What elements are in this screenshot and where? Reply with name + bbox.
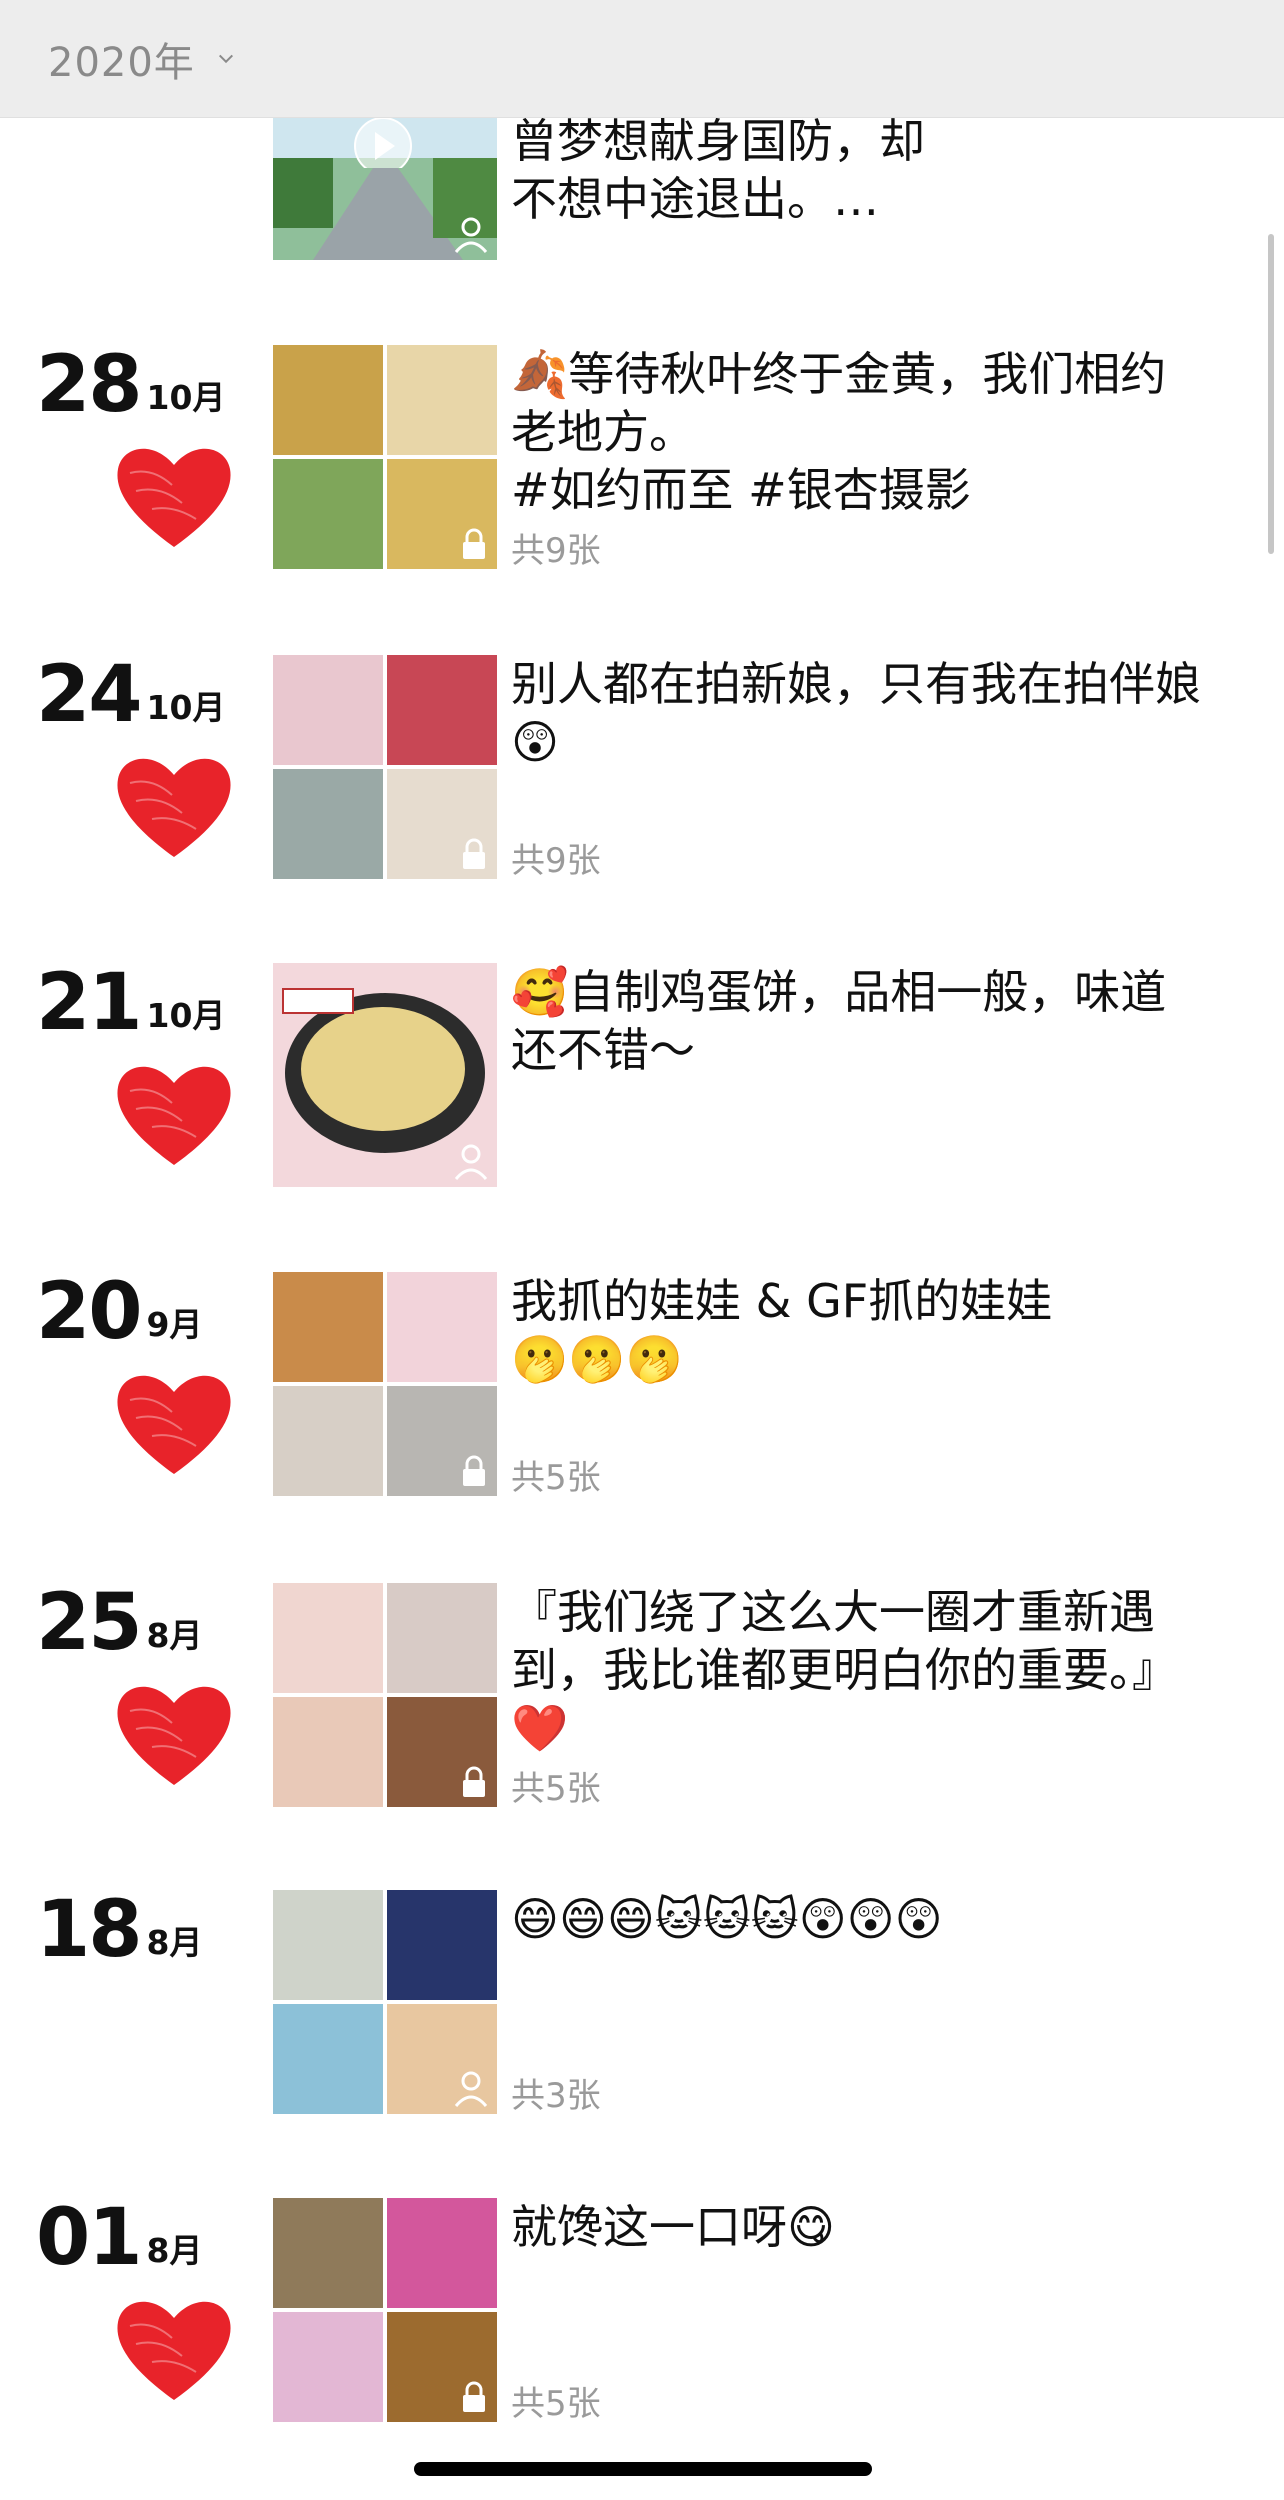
post-date: 24 10月 bbox=[36, 655, 225, 735]
post-thumbnail[interactable] bbox=[273, 2198, 497, 2422]
photo-count: 共9张 bbox=[511, 841, 601, 881]
photo-cell bbox=[387, 345, 497, 455]
post-month: 10月 bbox=[146, 996, 226, 1035]
photo-count: 共9张 bbox=[511, 531, 601, 571]
photo-cell bbox=[273, 655, 383, 765]
person-icon bbox=[454, 1144, 488, 1180]
photo-cell bbox=[273, 1583, 383, 1693]
post-month: 8月 bbox=[146, 1616, 203, 1655]
post-date: 28 10月 bbox=[36, 345, 225, 425]
post-date: 18 8月 bbox=[36, 1890, 203, 1970]
person-icon bbox=[454, 217, 488, 253]
photo-cell bbox=[387, 655, 497, 765]
post-month: 10月 bbox=[146, 378, 226, 417]
post-day: 25 bbox=[36, 1578, 143, 1668]
post-text: 🍂等待秋叶终于金黄，我们相约 老地方。 #如约而至 #银杏摄影 bbox=[511, 347, 1167, 517]
heart-icon[interactable] bbox=[112, 749, 236, 861]
post-thumbnail[interactable] bbox=[273, 1890, 497, 2114]
photo-count: 共5张 bbox=[511, 1458, 601, 1498]
heart-icon[interactable] bbox=[112, 439, 236, 551]
photo-cell bbox=[273, 1272, 383, 1382]
photo-cell bbox=[273, 2198, 383, 2308]
photo-cell bbox=[273, 769, 383, 879]
post-date: 25 8月 bbox=[36, 1583, 203, 1663]
photo-cell bbox=[273, 345, 383, 455]
lock-icon bbox=[463, 528, 485, 559]
home-indicator[interactable] bbox=[414, 2462, 872, 2476]
post-date: 01 8月 bbox=[36, 2198, 203, 2278]
post-text: 就馋这一口呀😋 bbox=[511, 2200, 835, 2254]
photo-cell bbox=[387, 1583, 497, 1693]
photo-cell bbox=[273, 2312, 383, 2422]
chevron-down-icon bbox=[218, 54, 233, 63]
post-date: 21 10月 bbox=[36, 963, 225, 1043]
post-month: 8月 bbox=[146, 2231, 203, 2270]
heart-icon[interactable] bbox=[112, 2292, 236, 2404]
play-icon bbox=[354, 118, 412, 168]
post-text: 别人都在拍新娘，只有我在拍伴娘 😲 bbox=[511, 657, 1201, 769]
photo-count: 共5张 bbox=[511, 2384, 601, 2424]
lock-icon bbox=[463, 1766, 485, 1797]
lock-icon bbox=[463, 838, 485, 869]
post-day: 28 bbox=[36, 340, 143, 430]
heart-icon[interactable] bbox=[112, 1366, 236, 1478]
post-thumbnail[interactable] bbox=[273, 345, 497, 569]
post-month: 8月 bbox=[146, 1923, 203, 1962]
photo-cell bbox=[387, 2198, 497, 2308]
lock-icon bbox=[463, 1455, 485, 1486]
scrollbar[interactable] bbox=[1268, 234, 1274, 554]
photo-cell bbox=[387, 1890, 497, 2000]
post-day: 20 bbox=[36, 1267, 143, 1357]
post-thumbnail[interactable] bbox=[273, 1272, 497, 1496]
photo-cell bbox=[273, 1697, 383, 1807]
photo-count: 共3张 bbox=[511, 2076, 601, 2116]
photo-cell bbox=[273, 459, 383, 569]
post-text: 🥰自制鸡蛋饼，品相一般，味道 还不错～ bbox=[511, 965, 1167, 1077]
post-day: 21 bbox=[36, 958, 143, 1048]
person-icon bbox=[454, 2071, 488, 2107]
heart-icon[interactable] bbox=[112, 1057, 236, 1169]
lock-icon bbox=[463, 2381, 485, 2412]
post-thumbnail[interactable] bbox=[273, 1583, 497, 1807]
heart-icon[interactable] bbox=[112, 1677, 236, 1789]
post-day: 01 bbox=[36, 2193, 143, 2283]
post-thumbnail[interactable] bbox=[273, 118, 497, 260]
post-thumbnail[interactable] bbox=[273, 963, 497, 1187]
photo-cell bbox=[273, 1386, 383, 1496]
photo-cell bbox=[387, 1272, 497, 1382]
year-label: 2020年 bbox=[48, 39, 195, 86]
post-month: 10月 bbox=[146, 688, 226, 727]
post-day: 24 bbox=[36, 650, 143, 740]
post-text: 『我们绕了这么大一圈才重新遇 到，我比谁都更明白你的重要。』 ❤️ bbox=[511, 1585, 1178, 1755]
photo-cell bbox=[273, 2004, 383, 2114]
year-selector[interactable]: 2020年 bbox=[0, 0, 1284, 118]
post-thumbnail[interactable] bbox=[273, 655, 497, 879]
post-text: 我抓的娃娃 & GF抓的娃娃 🫢🫢🫢 bbox=[511, 1274, 1053, 1386]
post-text: 曾梦想献身国防，却 不想中途退出。… bbox=[511, 114, 925, 226]
post-month: 9月 bbox=[146, 1305, 203, 1344]
photo-cell bbox=[273, 1890, 383, 2000]
post-day: 18 bbox=[36, 1885, 143, 1975]
post-text: 😄😄😄🐱🐱🐱😲😲😲 bbox=[511, 1892, 943, 1946]
post-date: 20 9月 bbox=[36, 1272, 203, 1352]
photo-count: 共5张 bbox=[511, 1769, 601, 1809]
